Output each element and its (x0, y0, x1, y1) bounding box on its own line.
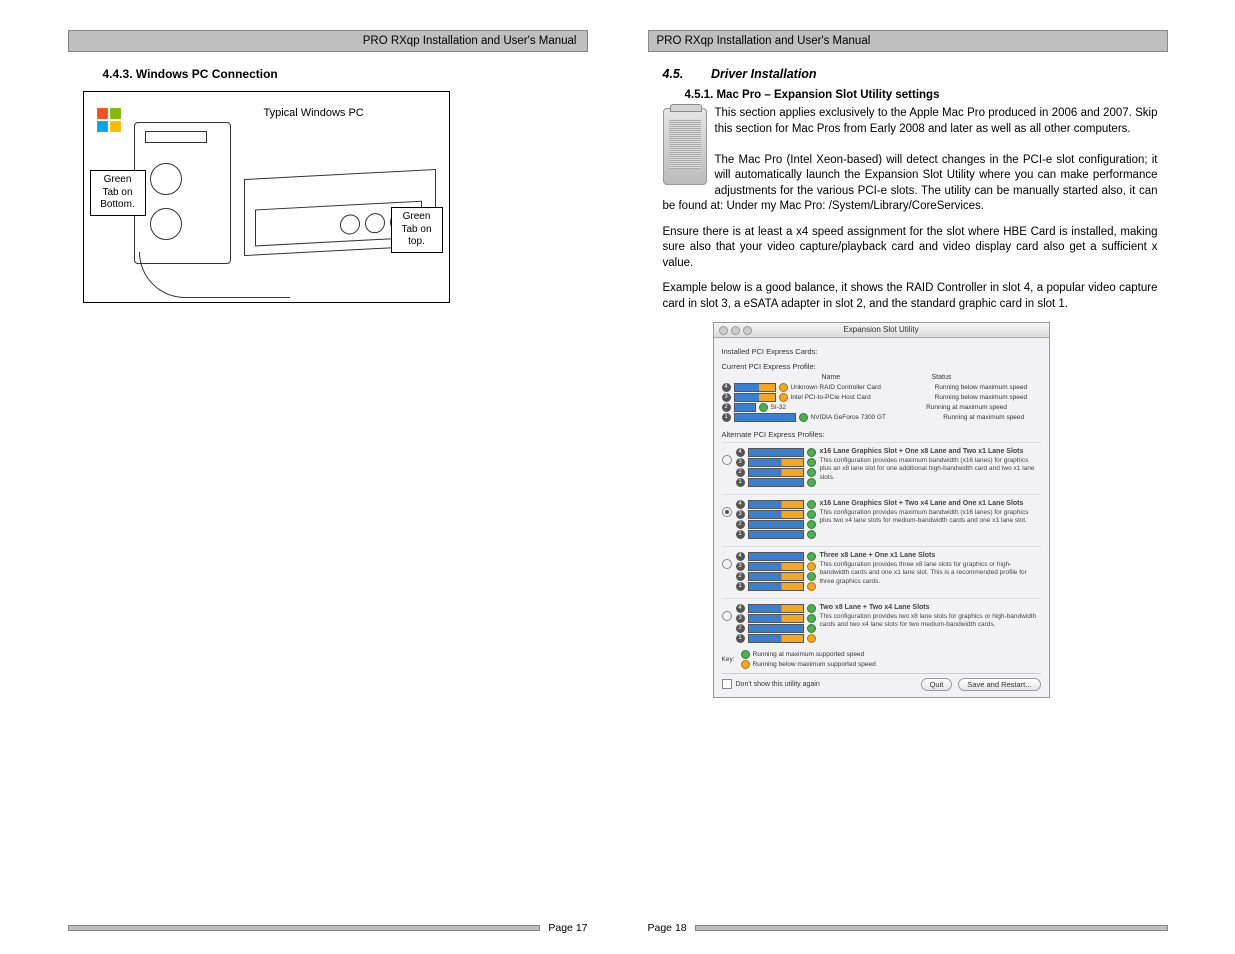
radio-icon[interactable] (722, 559, 732, 569)
section-number: 4.5. (663, 67, 708, 81)
paragraph: This section applies exclusively to the … (663, 106, 1158, 215)
legend: Key: Running at maximum supported speed … (722, 650, 1041, 669)
radio-icon[interactable] (722, 611, 732, 621)
page-number: Page 17 (548, 922, 587, 934)
alternate-label: Alternate PCI Express Profiles: (722, 430, 1041, 439)
current-profile-label: Current PCI Express Profile: (722, 362, 1041, 371)
profile-option[interactable]: 4 3 2 1 Two x8 Lane + Two x4 Lane SlotsT… (722, 598, 1041, 644)
profile-option[interactable]: 4 3 2 1 Three x8 Lane + One x1 Lane Slot… (722, 546, 1041, 592)
page-header: PRO RXqp Installation and User's Manual (68, 30, 588, 52)
mac-pro-icon (663, 108, 707, 185)
window-titlebar: Expansion Slot Utility (714, 323, 1049, 338)
dont-show-checkbox[interactable]: Don't show this utility again (722, 679, 820, 689)
page-header: PRO RXqp Installation and User's Manual (648, 30, 1168, 52)
figure-windows-connection: Typical Windows PC Green Tab on Bottom. … (83, 91, 450, 303)
quit-button[interactable]: Quit (921, 678, 953, 691)
page-17: PRO RXqp Installation and User's Manual … (68, 30, 588, 954)
paragraph: Example below is a good balance, it show… (663, 281, 1158, 312)
expansion-slot-utility-screenshot: Expansion Slot Utility Installed PCI Exp… (713, 322, 1050, 698)
figure-caption: Typical Windows PC (264, 107, 364, 119)
save-restart-button[interactable]: Save and Restart... (958, 678, 1040, 691)
profile-option[interactable]: 4 3 2 1 x16 Lane Graphics Slot + Two x4 … (722, 494, 1041, 540)
page-content: 4.5. Driver Installation 4.5.1. Mac Pro … (648, 52, 1168, 912)
window-title: Expansion Slot Utility (843, 325, 918, 334)
current-profile-rows: 4Unknown RAID Controller CardRunning bel… (722, 383, 1041, 422)
section-title: 4.4.3. Windows PC Connection (103, 67, 578, 81)
page-content: 4.4.3. Windows PC Connection Typical Win… (68, 52, 588, 912)
callout-green-tab-bottom: Green Tab on Bottom. (90, 170, 146, 216)
col-status: Status (932, 374, 1041, 381)
traffic-lights-icon (719, 326, 752, 335)
pc-tower-illustration (134, 122, 231, 264)
subsection-heading: 4.5.1. Mac Pro – Expansion Slot Utility … (685, 89, 1158, 101)
page-footer: Page 18 (648, 912, 1168, 954)
cable-illustration (139, 252, 290, 298)
paragraph: Ensure there is at least a x4 speed assi… (663, 225, 1158, 272)
profile-option[interactable]: 4 3 2 1 x16 Lane Graphics Slot + One x8 … (722, 442, 1041, 488)
column-headers: Name Status (722, 374, 1041, 381)
page-18: PRO RXqp Installation and User's Manual … (648, 30, 1168, 954)
section-name: Driver Installation (711, 67, 817, 81)
page-footer: Page 17 (68, 912, 588, 954)
header-text: PRO RXqp Installation and User's Manual (363, 35, 577, 47)
dialog-footer: Don't show this utility again Quit Save … (722, 673, 1041, 689)
callout-green-tab-top: Green Tab on top. (391, 207, 443, 253)
radio-icon[interactable] (722, 455, 732, 465)
col-name: Name (822, 374, 932, 381)
checkbox-icon[interactable] (722, 679, 732, 689)
installed-label: Installed PCI Express Cards: (722, 347, 1041, 356)
page-number: Page 18 (648, 922, 687, 934)
header-text: PRO RXqp Installation and User's Manual (657, 35, 871, 47)
document-spread: PRO RXqp Installation and User's Manual … (0, 0, 1235, 954)
section-heading: 4.5. Driver Installation (663, 67, 1158, 81)
windows-logo-icon (96, 107, 122, 139)
radio-icon[interactable] (722, 507, 732, 517)
